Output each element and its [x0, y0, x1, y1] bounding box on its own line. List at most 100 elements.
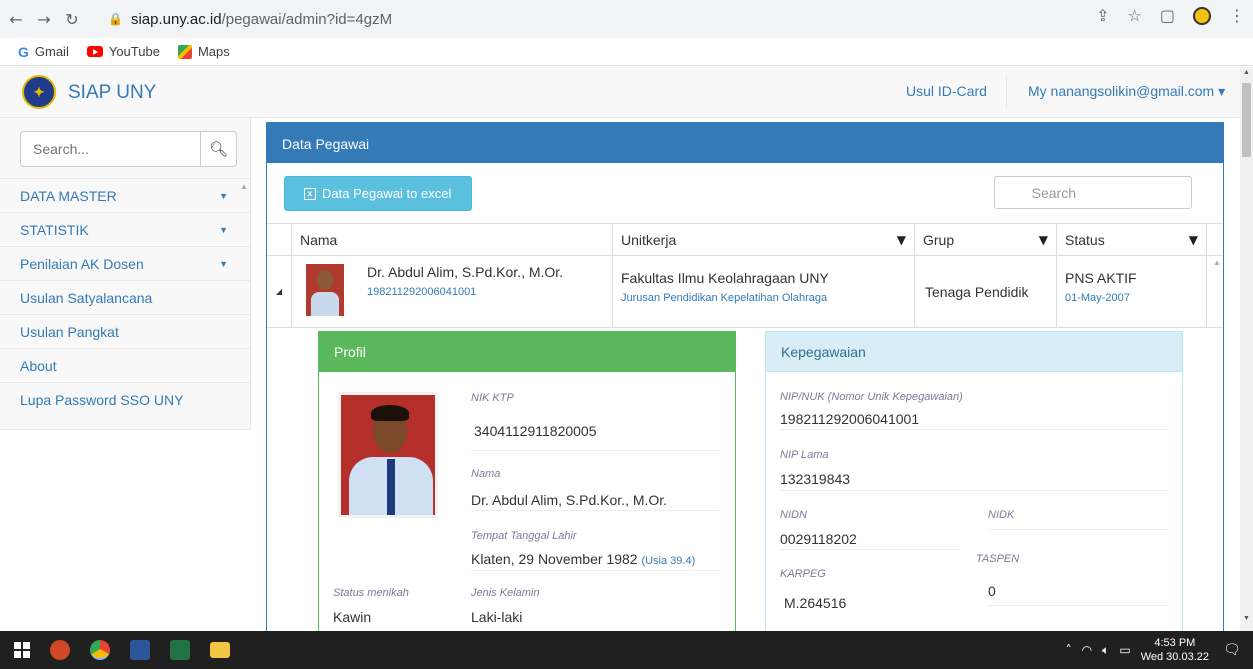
avatar	[306, 264, 344, 316]
nidn-label: NIDN	[780, 509, 807, 521]
navbar-divider	[1006, 75, 1007, 109]
sidebar-item-penilaian-ak-dosen[interactable]: Penilaian AK Dosen ▼	[0, 246, 250, 280]
sidebar-item-about[interactable]: About	[0, 348, 250, 382]
url-domain: siap.uny.ac.id	[130, 10, 222, 28]
collapse-row-icon[interactable]: ◢	[267, 256, 292, 327]
uny-logo[interactable]: ✦	[22, 75, 56, 109]
column-header-grup[interactable]: Grup ▼	[915, 224, 1057, 255]
filter-icon[interactable]: ▼	[1039, 233, 1048, 247]
windows-start-icon[interactable]	[14, 642, 30, 658]
caret-down-icon: ▼	[219, 190, 228, 201]
nip-nuk-value: 198211292006041001	[780, 411, 920, 427]
filter-icon[interactable]: ▼	[897, 233, 906, 247]
expand-column-header	[267, 224, 292, 255]
pegawai-table: Nama Unitkerja ▼ Grup ▼ Status ▼ ◢ Dr. A…	[267, 223, 1223, 328]
ttl-text: Klaten, 29 November 1982	[471, 551, 638, 567]
usul-idcard-link[interactable]: Usul ID-Card	[906, 83, 987, 99]
caret-down-icon: ▼	[219, 258, 228, 269]
bookmark-label: Gmail	[34, 44, 69, 59]
wifi-icon[interactable]: ◠	[1082, 643, 1092, 657]
export-excel-label: Data Pegawai to excel	[322, 186, 452, 201]
ttl-value: Klaten, 29 November 1982 (Usia 39.4)	[471, 551, 695, 567]
word-icon[interactable]	[130, 640, 150, 660]
chrome-icon[interactable]	[90, 640, 110, 660]
tray-expand-icon[interactable]: ˄	[1066, 643, 1072, 657]
sidebar-item-usulan-pangkat[interactable]: Usulan Pangkat	[0, 314, 250, 348]
ttl-label: Tempat Tanggal Lahir	[471, 530, 577, 542]
nip-lama-value: 132319843	[780, 471, 851, 487]
brand-link[interactable]: SIAP UNY	[68, 82, 156, 104]
back-icon[interactable]: ←	[4, 7, 28, 31]
system-tray: ˄ ◠ 🔈︎ ▭ 4:53 PM Wed 30.03.22 🗨︎	[1066, 631, 1253, 669]
cell-nama: Dr. Abdul Alim, S.Pd.Kor., M.Or. 1982112…	[292, 256, 613, 327]
column-label: Unitkerja	[621, 231, 677, 248]
grid-search-input[interactable]: Search	[994, 176, 1192, 209]
sidebar-item-data-master[interactable]: DATA MASTER ▼	[0, 178, 250, 212]
youtube-icon	[86, 46, 103, 57]
column-label: Grup	[923, 231, 955, 248]
nik-value: 3404112911820005	[474, 423, 597, 439]
bookmark-youtube[interactable]: YouTube	[86, 44, 160, 59]
filter-icon[interactable]: ▼	[1189, 233, 1198, 247]
clock[interactable]: 4:53 PM Wed 30.03.22	[1141, 636, 1209, 664]
bookmark-gmail[interactable]: G Gmail	[18, 44, 69, 60]
sidebar-item-label: About	[20, 357, 57, 374]
sidebar-item-usulan-satyalancana[interactable]: Usulan Satyalancana	[0, 280, 250, 314]
employee-nip: 198211292006041001	[367, 286, 477, 298]
kepegawaian-card-title: Kepegawaian	[766, 332, 1182, 372]
grid-scrollbar[interactable]: ▲	[1213, 258, 1221, 267]
column-label: Status	[1065, 231, 1105, 248]
unit-name: Fakultas Ilmu Keolahragaan UNY	[621, 270, 829, 286]
sidebar-item-label: Usulan Pangkat	[20, 323, 119, 340]
browser-menu-icon[interactable]: ⋮	[1229, 6, 1245, 25]
reload-icon[interactable]: ↻	[60, 7, 84, 31]
address-bar[interactable]: 🔒 siap.uny.ac.id/pegawai/admin?id=4gzM	[108, 6, 1174, 32]
clock-time: 4:53 PM	[1154, 637, 1196, 649]
bookmarks-bar: G Gmail YouTube Maps	[0, 38, 1253, 66]
account-dropdown[interactable]: My nanangsolikin@gmail.com ▾	[1028, 83, 1225, 100]
scroll-down-icon[interactable]: ▼	[1243, 615, 1250, 622]
sidebar-item-label: Lupa Password SSO UNY	[20, 391, 184, 408]
jenis-kelamin-label: Jenis Kelamin	[471, 587, 540, 599]
sidebar-item-label: DATA MASTER	[20, 187, 117, 204]
page-scrollbar[interactable]: ▲ ▼	[1240, 67, 1253, 631]
table-row[interactable]: ◢ Dr. Abdul Alim, S.Pd.Kor., M.Or. 19821…	[267, 256, 1223, 328]
panel-title: Data Pegawai	[267, 123, 1223, 163]
sidebar-item-statistik[interactable]: STATISTIK ▼	[0, 212, 250, 246]
bookmark-star-icon[interactable]: ☆	[1128, 6, 1142, 25]
cell-unitkerja: Fakultas Ilmu Keolahragaan UNY Jurusan P…	[613, 256, 915, 327]
column-header-nama[interactable]: Nama	[292, 224, 613, 255]
status-value: PNS AKTIF	[1065, 270, 1137, 286]
volume-icon[interactable]: 🔈︎	[1102, 643, 1109, 658]
forward-icon[interactable]: →	[32, 7, 56, 31]
cell-grup: Tenaga Pendidik	[915, 256, 1057, 327]
scroll-up-icon[interactable]: ▲	[1243, 69, 1250, 76]
sidebar-search: 🔍︎	[20, 131, 237, 167]
karpeg-value: M.264516	[784, 595, 847, 611]
bookmark-maps[interactable]: Maps	[177, 44, 230, 59]
clock-date: Wed 30.03.22	[1140, 651, 1209, 663]
nip-nuk-label: NIP/NUK (Nomor Unik Kepegawaian)	[780, 391, 963, 403]
bookmark-label: Maps	[197, 44, 230, 59]
tab-layout-icon[interactable]: ▢	[1160, 6, 1175, 25]
excel-icon[interactable]	[170, 640, 190, 660]
column-header-unitkerja[interactable]: Unitkerja ▼	[613, 224, 915, 255]
sidebar-scrollbar[interactable]: ▲	[240, 182, 248, 191]
extension-icon[interactable]	[1193, 6, 1211, 25]
battery-icon[interactable]: ▭	[1119, 643, 1130, 657]
nama-label: Nama	[471, 468, 501, 480]
sidebar-item-lupa-password[interactable]: Lupa Password SSO UNY	[0, 382, 250, 416]
status-menikah-value: Kawin	[333, 609, 372, 625]
profil-card-title: Profil	[319, 332, 735, 372]
powerpoint-icon[interactable]	[50, 640, 70, 660]
file-explorer-icon[interactable]	[210, 642, 230, 658]
sidebar-search-input[interactable]	[21, 132, 200, 166]
search-icon[interactable]: 🔍︎	[200, 132, 236, 166]
notification-icon[interactable]: 🗨︎	[1223, 642, 1253, 658]
taspen-value: 0	[988, 583, 996, 599]
scrollbar-thumb[interactable]	[1242, 83, 1251, 157]
export-excel-button[interactable]: x Data Pegawai to excel	[284, 176, 472, 211]
column-header-status[interactable]: Status ▼	[1057, 224, 1207, 255]
sidebar-item-label: STATISTIK	[20, 221, 89, 238]
share-icon[interactable]: ⇪	[1096, 6, 1109, 25]
